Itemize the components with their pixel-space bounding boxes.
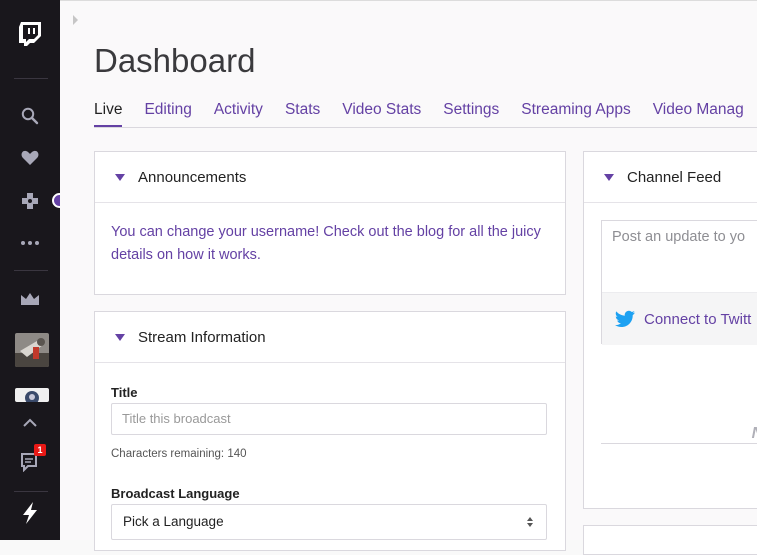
- followed-channel-avatar[interactable]: [15, 333, 49, 367]
- stream-information-header[interactable]: Stream Information: [95, 312, 565, 363]
- next-panel: [583, 525, 757, 555]
- more-icon[interactable]: [0, 236, 60, 250]
- top-border: [60, 0, 757, 1]
- tab-stats[interactable]: Stats: [285, 101, 320, 127]
- channel-feed-header[interactable]: Channel Feed: [584, 152, 757, 203]
- announcements-header[interactable]: Announcements: [95, 152, 565, 203]
- tab-video-stats[interactable]: Video Stats: [342, 101, 421, 127]
- announcements-title: Announcements: [138, 168, 247, 186]
- announcements-panel: Announcements You can change your userna…: [94, 151, 566, 295]
- dashboard-tabs: Live Editing Activity Stats Video Stats …: [94, 101, 757, 127]
- collapse-caret-icon[interactable]: [115, 173, 125, 181]
- prime-lightning-icon[interactable]: [0, 500, 60, 526]
- tab-video-manager[interactable]: Video Manag: [653, 101, 744, 127]
- feed-empty-text: No: [752, 425, 757, 443]
- broadcast-title-input[interactable]: Title this broadcast: [111, 403, 547, 435]
- crown-icon[interactable]: [0, 290, 60, 308]
- select-arrows-icon: [527, 517, 533, 527]
- followed-channel-avatar[interactable]: [15, 388, 49, 402]
- left-sidebar: 1: [0, 0, 67, 540]
- notification-badge: 1: [34, 444, 46, 456]
- page-title: Dashboard: [94, 42, 256, 79]
- tabs-divider: [94, 127, 757, 128]
- sidebar-divider: [14, 78, 48, 79]
- search-icon[interactable]: [0, 106, 60, 126]
- stream-information-panel: Stream Information Title Title this broa…: [94, 311, 566, 551]
- connect-twitter-label: Connect to Twitt: [644, 310, 752, 328]
- tab-activity[interactable]: Activity: [214, 101, 263, 127]
- broadcast-language-label: Broadcast Language: [111, 486, 240, 501]
- tab-live[interactable]: Live: [94, 101, 123, 127]
- feed-post-input[interactable]: Post an update to yo: [612, 229, 745, 245]
- sidebar-divider: [14, 491, 48, 492]
- chevron-up-icon[interactable]: [0, 414, 60, 430]
- tab-streaming-apps[interactable]: Streaming Apps: [521, 101, 630, 127]
- feed-post-box[interactable]: Post an update to yo Connect to Twitt: [601, 220, 757, 345]
- twitch-logo-icon[interactable]: [0, 17, 60, 51]
- channel-feed-panel: Channel Feed Post an update to yo Connec…: [583, 151, 757, 509]
- collapse-caret-icon[interactable]: [115, 333, 125, 341]
- twitter-bird-icon: [615, 310, 635, 327]
- feed-divider: [601, 443, 757, 444]
- tab-settings[interactable]: Settings: [443, 101, 499, 127]
- sidebar-divider: [14, 270, 48, 271]
- stream-information-title: Stream Information: [138, 328, 266, 346]
- tab-editing[interactable]: Editing: [144, 101, 191, 127]
- feed-toolbar: Connect to Twitt: [602, 292, 757, 345]
- gamepad-icon[interactable]: [0, 191, 60, 211]
- connect-twitter-button[interactable]: Connect to Twitt: [614, 310, 751, 328]
- dashboard-main: Dashboard Live Editing Activity Stats Vi…: [60, 0, 757, 555]
- characters-remaining: Characters remaining: 140: [111, 448, 247, 460]
- broadcast-language-value: Pick a Language: [123, 514, 224, 529]
- collapse-caret-icon[interactable]: [604, 173, 614, 181]
- announcement-link[interactable]: You can change your username! Check out …: [95, 203, 565, 267]
- whispers-icon[interactable]: [0, 451, 60, 473]
- title-label: Title: [111, 385, 138, 400]
- channel-feed-title: Channel Feed: [627, 168, 722, 186]
- broadcast-language-select[interactable]: Pick a Language: [111, 504, 547, 540]
- heart-icon[interactable]: [0, 148, 60, 168]
- expand-arrow-icon[interactable]: [73, 15, 78, 25]
